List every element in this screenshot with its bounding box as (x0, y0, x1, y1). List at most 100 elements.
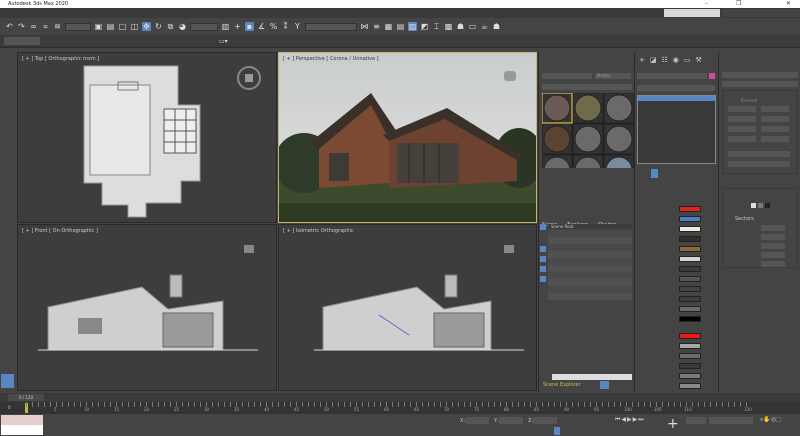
motion-tab-icon[interactable]: ◉ (673, 56, 679, 64)
rotate-icon[interactable]: ↻ (154, 22, 163, 31)
swatch[interactable] (765, 203, 770, 208)
color-swatch[interactable] (679, 216, 701, 222)
material-name-field[interactable]: Mattes (595, 73, 631, 79)
swatch[interactable] (751, 203, 756, 208)
element-field[interactable] (728, 161, 790, 167)
list-item[interactable] (548, 258, 632, 265)
ribbon-icon[interactable]: ▤ (396, 22, 405, 31)
playback-controls[interactable]: ⏮◀▶▶⏭ (615, 416, 645, 424)
spinner[interactable] (761, 252, 785, 258)
element-button[interactable] (728, 116, 756, 122)
workspace-dropdown[interactable] (722, 9, 800, 17)
color-swatch[interactable] (679, 343, 701, 349)
list-item[interactable] (548, 230, 632, 237)
material-editor-icon[interactable]: ▩ (444, 22, 453, 31)
horizontal-scrollbar[interactable] (552, 374, 632, 380)
viewport-top[interactable]: [ + ] Top [ Orthographic mxm ] (17, 52, 277, 223)
color-swatch[interactable] (679, 206, 701, 212)
select-object-icon[interactable]: ▣ (94, 22, 103, 31)
element-button[interactable] (761, 126, 789, 132)
render-icon[interactable]: ☕ (480, 22, 489, 31)
rendered-frame-icon[interactable]: ▭ (468, 22, 477, 31)
material-dropdown[interactable] (542, 73, 592, 79)
viewport-perspective[interactable]: [ + ] Perspective [ Corona / Unnative ] (278, 52, 537, 223)
element-field[interactable] (728, 151, 790, 157)
color-swatch[interactable] (679, 296, 701, 302)
viewport-front[interactable]: [ + ] Front [ On Orthographic ] (17, 224, 277, 391)
modifier-stack[interactable] (637, 95, 716, 164)
render-setup-icon[interactable]: ☗ (456, 22, 465, 31)
snaps-toggle-icon[interactable]: ▪ (245, 22, 254, 31)
color-swatch[interactable] (679, 236, 701, 242)
link-icon[interactable]: ∞ (29, 22, 38, 31)
y-coordinate[interactable] (499, 417, 523, 424)
pin-stack-icon[interactable] (651, 169, 658, 178)
add-time-tag-icon[interactable]: + (667, 416, 679, 432)
spinner[interactable] (761, 243, 785, 249)
spinner[interactable] (761, 234, 785, 240)
named-selection-dropdown[interactable] (305, 22, 357, 31)
color-swatch[interactable] (679, 363, 701, 369)
element-button[interactable] (761, 106, 789, 112)
select-by-name-icon[interactable]: ▤ (106, 22, 115, 31)
color-swatch[interactable] (679, 256, 701, 262)
color-swatch[interactable] (679, 333, 701, 339)
time-slider[interactable]: 0 / 120 (8, 394, 44, 401)
viewport-label[interactable]: [ + ] Perspective [ Corona / Unnative ] (283, 56, 379, 62)
spinner-snap-icon[interactable]: ⁑ (281, 22, 290, 31)
color-swatch[interactable] (679, 286, 701, 292)
render-iterative-icon[interactable]: ☗ (492, 22, 501, 31)
rollout-header[interactable] (722, 81, 798, 87)
list-item[interactable] (548, 272, 632, 279)
pivot-icon[interactable]: ▥ (221, 22, 230, 31)
modifier-stack-item[interactable] (638, 96, 715, 101)
object-name-field[interactable] (637, 73, 707, 79)
mirror-icon[interactable]: ⋈ (360, 22, 369, 31)
scale-icon[interactable]: ⧉ (166, 22, 175, 31)
color-swatch[interactable] (679, 266, 701, 272)
object-color-swatch[interactable] (709, 73, 715, 79)
align-icon[interactable]: ≡ (372, 22, 381, 31)
maxscript-listener[interactable] (1, 415, 43, 425)
material-type-dropdown[interactable] (542, 84, 632, 90)
rollout-header[interactable] (722, 72, 798, 78)
rect-selection-icon[interactable]: □ (118, 22, 127, 31)
color-swatch[interactable] (679, 306, 701, 312)
ribbon-toggle-icon[interactable]: ▭▾ (219, 38, 228, 45)
modifier-list-dropdown[interactable] (637, 85, 715, 91)
redo-icon[interactable]: ↷ (17, 22, 26, 31)
element-button[interactable] (761, 136, 789, 142)
color-swatch[interactable] (679, 383, 701, 389)
viewport-layout-icon[interactable] (1, 374, 14, 388)
close-button[interactable]: ✕ (786, 0, 791, 8)
schematic-view-icon[interactable]: ⌶ (432, 22, 441, 31)
color-swatch[interactable] (679, 316, 701, 322)
create-tab-icon[interactable]: + (639, 56, 645, 64)
filter-icon[interactable] (540, 246, 546, 252)
timeline[interactable]: 0 5 10 15 20 25 30 35 40 45 50 55 60 65 70 75 80 85 90 95 1… (0, 402, 800, 414)
modify-tab-icon[interactable]: ◪ (650, 56, 657, 64)
scene-explorer-icon[interactable]: ▨ (408, 22, 417, 31)
adaptive-degradation-icon[interactable] (554, 427, 560, 435)
element-button[interactable] (728, 136, 756, 142)
explorer-mode-icon[interactable] (600, 381, 609, 389)
filter-icon[interactable] (540, 224, 546, 230)
spinner[interactable] (761, 261, 785, 267)
filter-icon[interactable] (540, 266, 546, 272)
color-swatch[interactable] (679, 373, 701, 379)
list-item[interactable] (548, 237, 632, 244)
maximize-button[interactable]: ❐ (736, 0, 741, 8)
color-swatch[interactable] (679, 246, 701, 252)
undo-icon[interactable]: ↶ (5, 22, 14, 31)
element-button[interactable] (761, 116, 789, 122)
unlink-icon[interactable]: ∝ (41, 22, 50, 31)
x-coordinate[interactable] (465, 417, 489, 424)
color-swatch[interactable] (679, 226, 701, 232)
ribbon-tab[interactable] (4, 37, 40, 45)
search-input[interactable] (664, 9, 720, 17)
viewport-nav-icons[interactable]: ⌕✋◎⬚ (760, 416, 782, 424)
percent-snap-icon[interactable]: % (269, 22, 278, 31)
color-swatch[interactable] (679, 276, 701, 282)
element-button[interactable] (728, 106, 756, 112)
reference-coord-dropdown[interactable] (190, 22, 218, 31)
